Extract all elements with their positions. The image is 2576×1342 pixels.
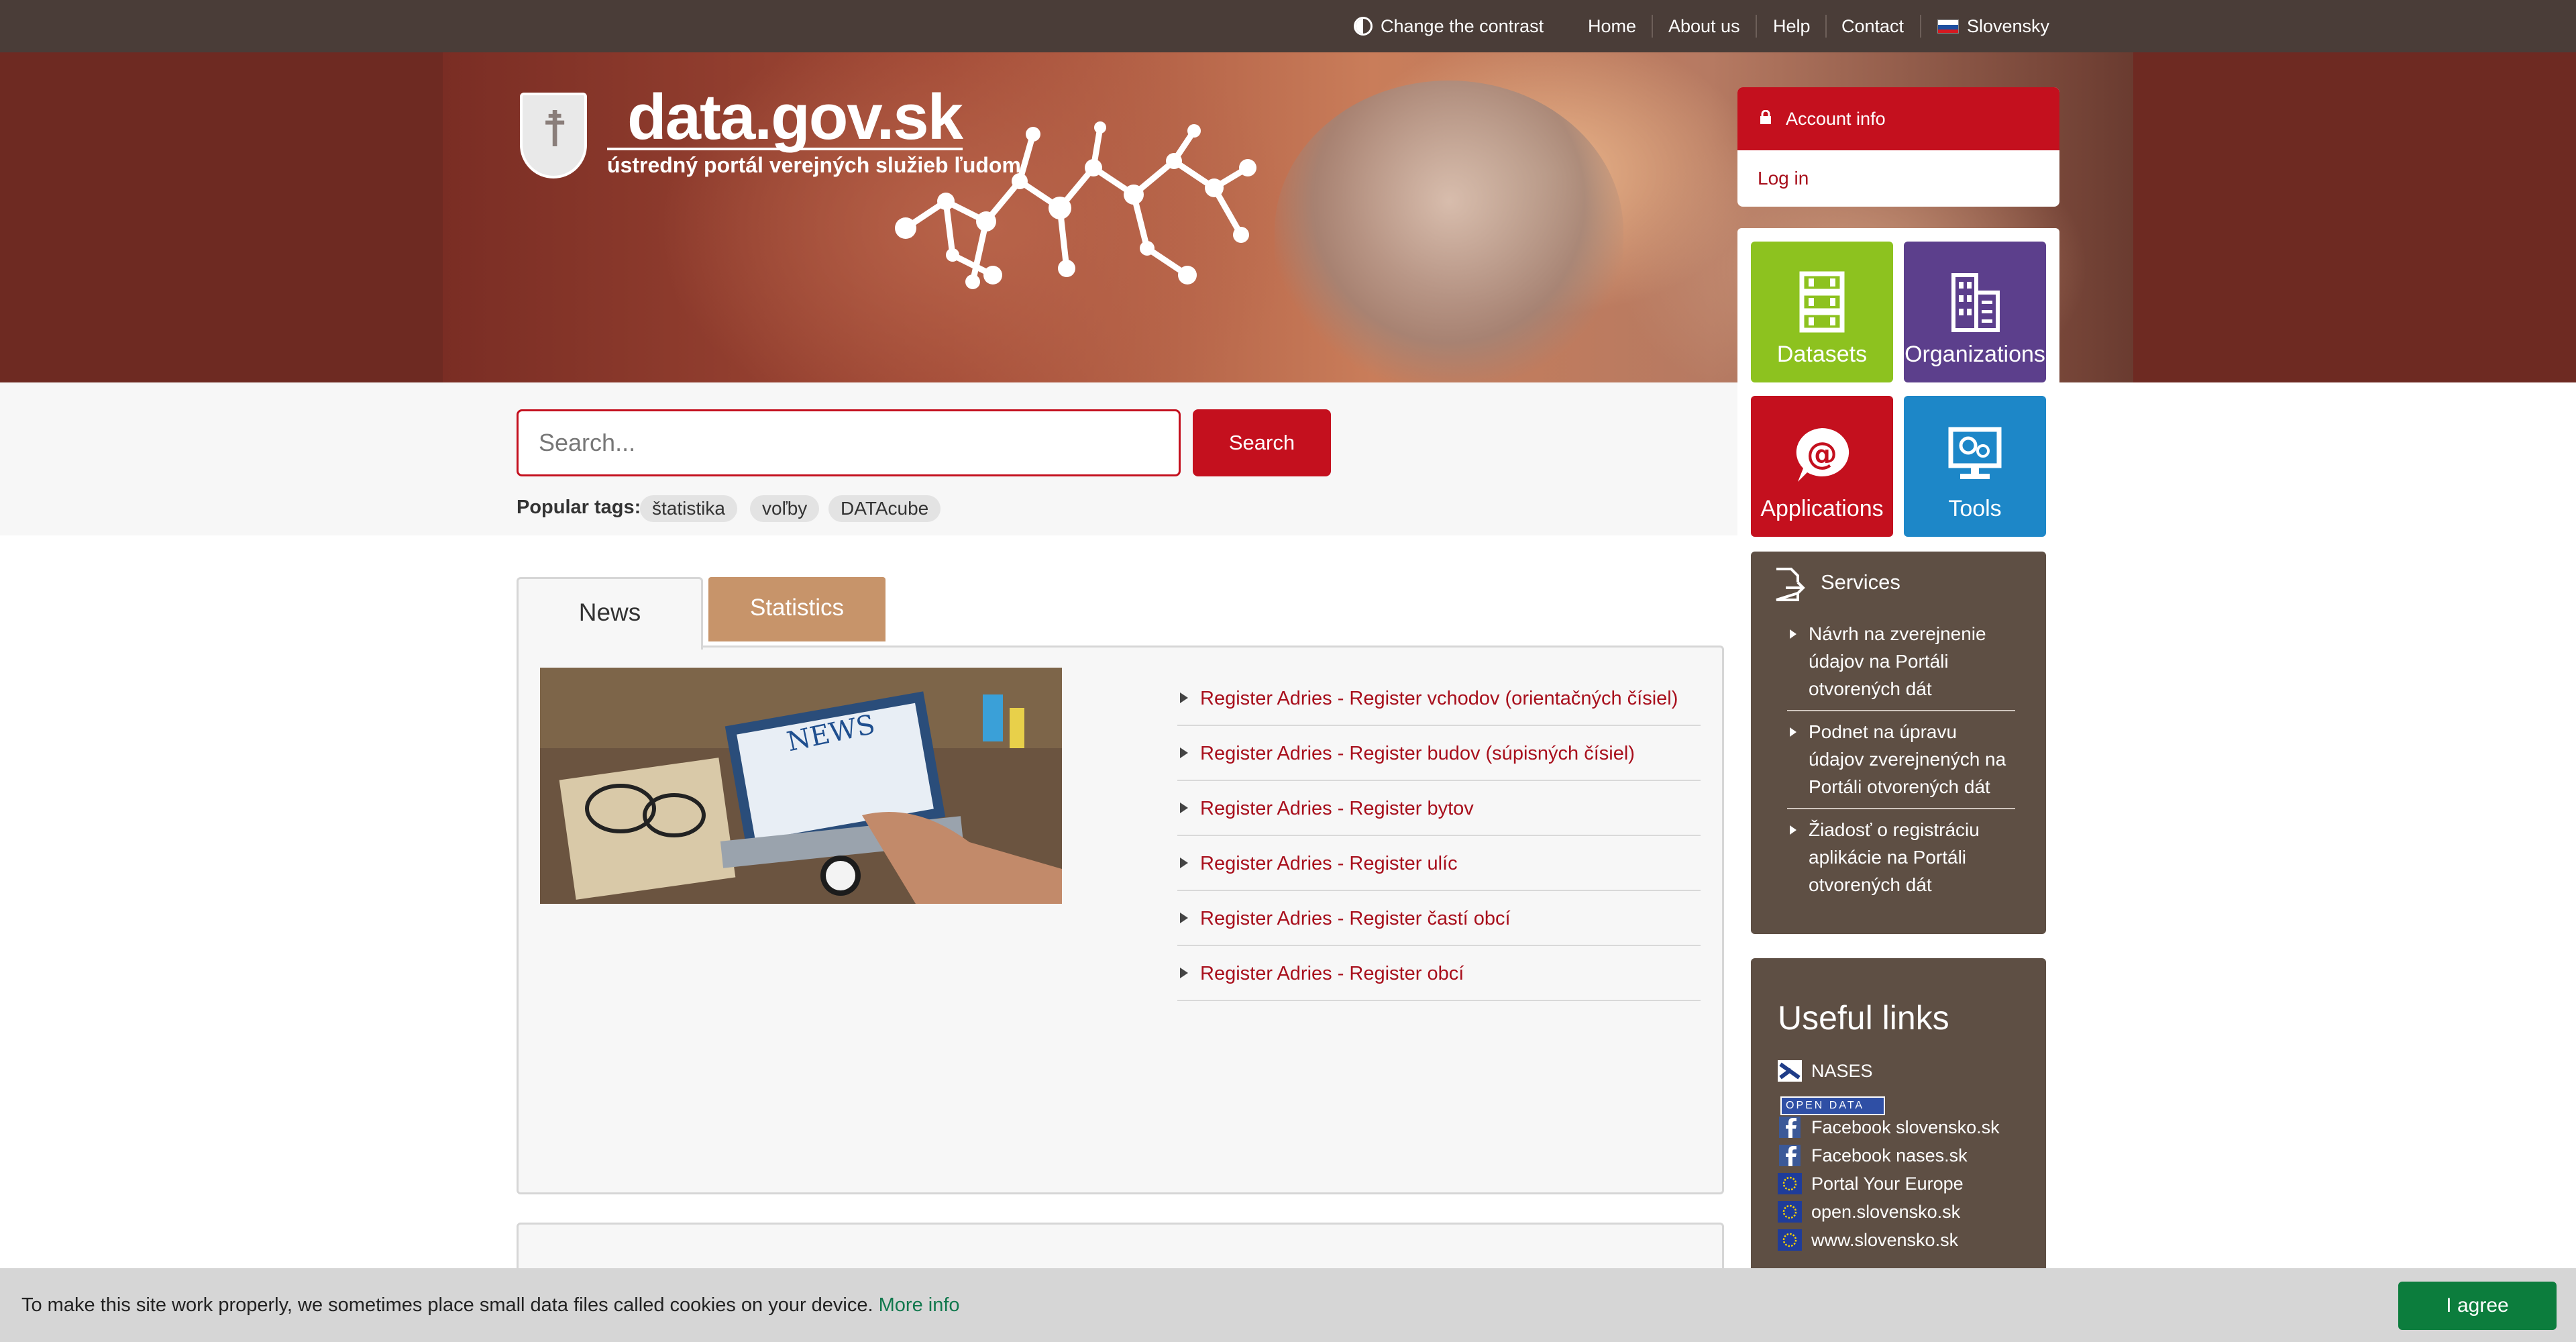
news-item[interactable]: Register Adries - Register bytov	[1177, 781, 1701, 836]
news-item[interactable]: Register Adries - Register vchodov (orie…	[1177, 671, 1701, 726]
service-item[interactable]: Návrh na zverejnenie údajov na Portáli o…	[1787, 620, 2015, 703]
link-label: Facebook nases.sk	[1811, 1145, 1968, 1166]
datasets-icon	[1799, 271, 1845, 333]
facebook-icon	[1779, 1145, 1801, 1166]
link-facebook-nases[interactable]: Facebook nases.sk	[1778, 1143, 1968, 1168]
link-nases[interactable]: NASES	[1778, 1059, 1873, 1083]
account-box: Account info Log in	[1737, 87, 2059, 207]
eu-flag-icon	[1778, 1229, 1802, 1251]
datasets-label: Datasets	[1776, 342, 1868, 367]
service-item[interactable]: Žiadosť o registráciu aplikácie na Portá…	[1787, 816, 2015, 898]
link-www-slovensko[interactable]: www.slovensko.sk	[1778, 1228, 1958, 1252]
agree-button[interactable]: I agree	[2398, 1282, 2557, 1330]
link-label: www.slovensko.sk	[1811, 1230, 1959, 1250]
eu-flag-icon	[1778, 1173, 1802, 1194]
at-sign-icon: @	[1796, 427, 1849, 482]
nav-home[interactable]: Home	[1588, 0, 1636, 52]
nav-divider	[1920, 15, 1921, 38]
category-tiles: Datasets Organizations @ Applications To…	[1737, 228, 2059, 537]
nav-about-us[interactable]: About us	[1668, 0, 1740, 52]
nav-divider	[1825, 15, 1827, 38]
useful-links-title: Useful links	[1778, 999, 1949, 1037]
applications-label: Applications	[1760, 496, 1884, 521]
tab-statistics[interactable]: Statistics	[708, 577, 885, 641]
nav-divider	[1652, 15, 1653, 38]
lock-icon	[1760, 110, 1771, 124]
facebook-icon	[1779, 1117, 1801, 1138]
cookie-more-info-link[interactable]: More info	[879, 1294, 960, 1316]
nav-divider	[1756, 15, 1757, 38]
tag-datacube[interactable]: DATAcube	[828, 495, 941, 522]
data-network-icon	[895, 121, 1256, 289]
tab-news[interactable]: News	[517, 577, 703, 650]
tools-label: Tools	[1948, 496, 2002, 521]
news-item[interactable]: Register Adries - Register budov (súpisn…	[1177, 726, 1701, 781]
contrast-icon[interactable]	[1354, 17, 1373, 36]
slovak-flag-icon[interactable]	[1937, 19, 1959, 34]
services-box: Services Návrh na zverejnenie údajov na …	[1751, 552, 2046, 934]
popular-tags-label: Popular tags:	[517, 497, 641, 518]
tag-statistika[interactable]: štatistika	[640, 495, 737, 522]
news-item[interactable]: Register Adries - Register ulíc	[1177, 836, 1701, 891]
nav-help[interactable]: Help	[1773, 0, 1811, 52]
tools-tile[interactable]: Tools	[1904, 396, 2046, 537]
link-label: NASES	[1811, 1061, 1873, 1081]
organizations-icon	[1951, 273, 2000, 332]
news-item[interactable]: Register Adries - Register obcí	[1177, 946, 1701, 1001]
services-title: Services	[1821, 570, 1900, 594]
link-open-slovensko[interactable]: open.slovensko.sk	[1778, 1200, 1960, 1224]
useful-links-box: Useful links NASES OPEN DATA Facebook sl…	[1751, 958, 2046, 1280]
account-info-header: Account info	[1737, 87, 2059, 150]
link-facebook-slovensko[interactable]: Facebook slovensko.sk	[1778, 1115, 2000, 1139]
cookie-bar: To make this site work properly, we some…	[0, 1268, 2576, 1342]
search-button[interactable]: Search	[1193, 409, 1331, 476]
link-label: Portal Your Europe	[1811, 1174, 1964, 1194]
cookie-message: To make this site work properly, we some…	[21, 1268, 960, 1342]
service-divider	[1787, 710, 2015, 711]
coat-of-arms-icon[interactable]: ☨	[520, 93, 587, 178]
change-contrast-link[interactable]: Change the contrast	[1381, 0, 1544, 52]
top-bar: Change the contrast Home About us Help C…	[0, 0, 2576, 52]
applications-tile[interactable]: @ Applications	[1751, 396, 1893, 537]
organizations-tile[interactable]: Organizations	[1904, 242, 2046, 382]
service-divider	[1787, 808, 2015, 809]
service-item[interactable]: Podnet na úpravu údajov zverejnených na …	[1787, 718, 2015, 801]
tag-volby[interactable]: voľby	[750, 495, 820, 522]
open-data-badge[interactable]: OPEN DATA	[1780, 1096, 1885, 1115]
link-label: open.slovensko.sk	[1811, 1202, 1961, 1222]
link-label: Facebook slovensko.sk	[1811, 1117, 2000, 1137]
nav-contact[interactable]: Contact	[1841, 0, 1904, 52]
language-switch[interactable]: Slovensky	[1967, 0, 2049, 52]
news-item[interactable]: Register Adries - Register častí obcí	[1177, 891, 1701, 946]
news-image: NEWS	[540, 668, 1062, 904]
login-link[interactable]: Log in	[1758, 150, 1809, 207]
link-portal-your-europe[interactable]: Portal Your Europe	[1778, 1172, 1964, 1196]
datasets-tile[interactable]: Datasets	[1751, 242, 1893, 382]
banner-people-figure	[1275, 81, 1623, 382]
cookie-text: To make this site work properly, we some…	[21, 1294, 873, 1316]
services-doc-icon	[1776, 568, 1805, 601]
eu-flag-icon	[1778, 1201, 1802, 1223]
tools-monitor-icon	[1948, 427, 2002, 479]
organizations-label: Organizations	[1904, 342, 2045, 367]
nases-icon	[1778, 1060, 1802, 1082]
svg-text:@: @	[1807, 435, 1837, 472]
news-list: Register Adries - Register vchodov (orie…	[1177, 671, 1701, 1001]
search-input[interactable]	[517, 409, 1181, 476]
